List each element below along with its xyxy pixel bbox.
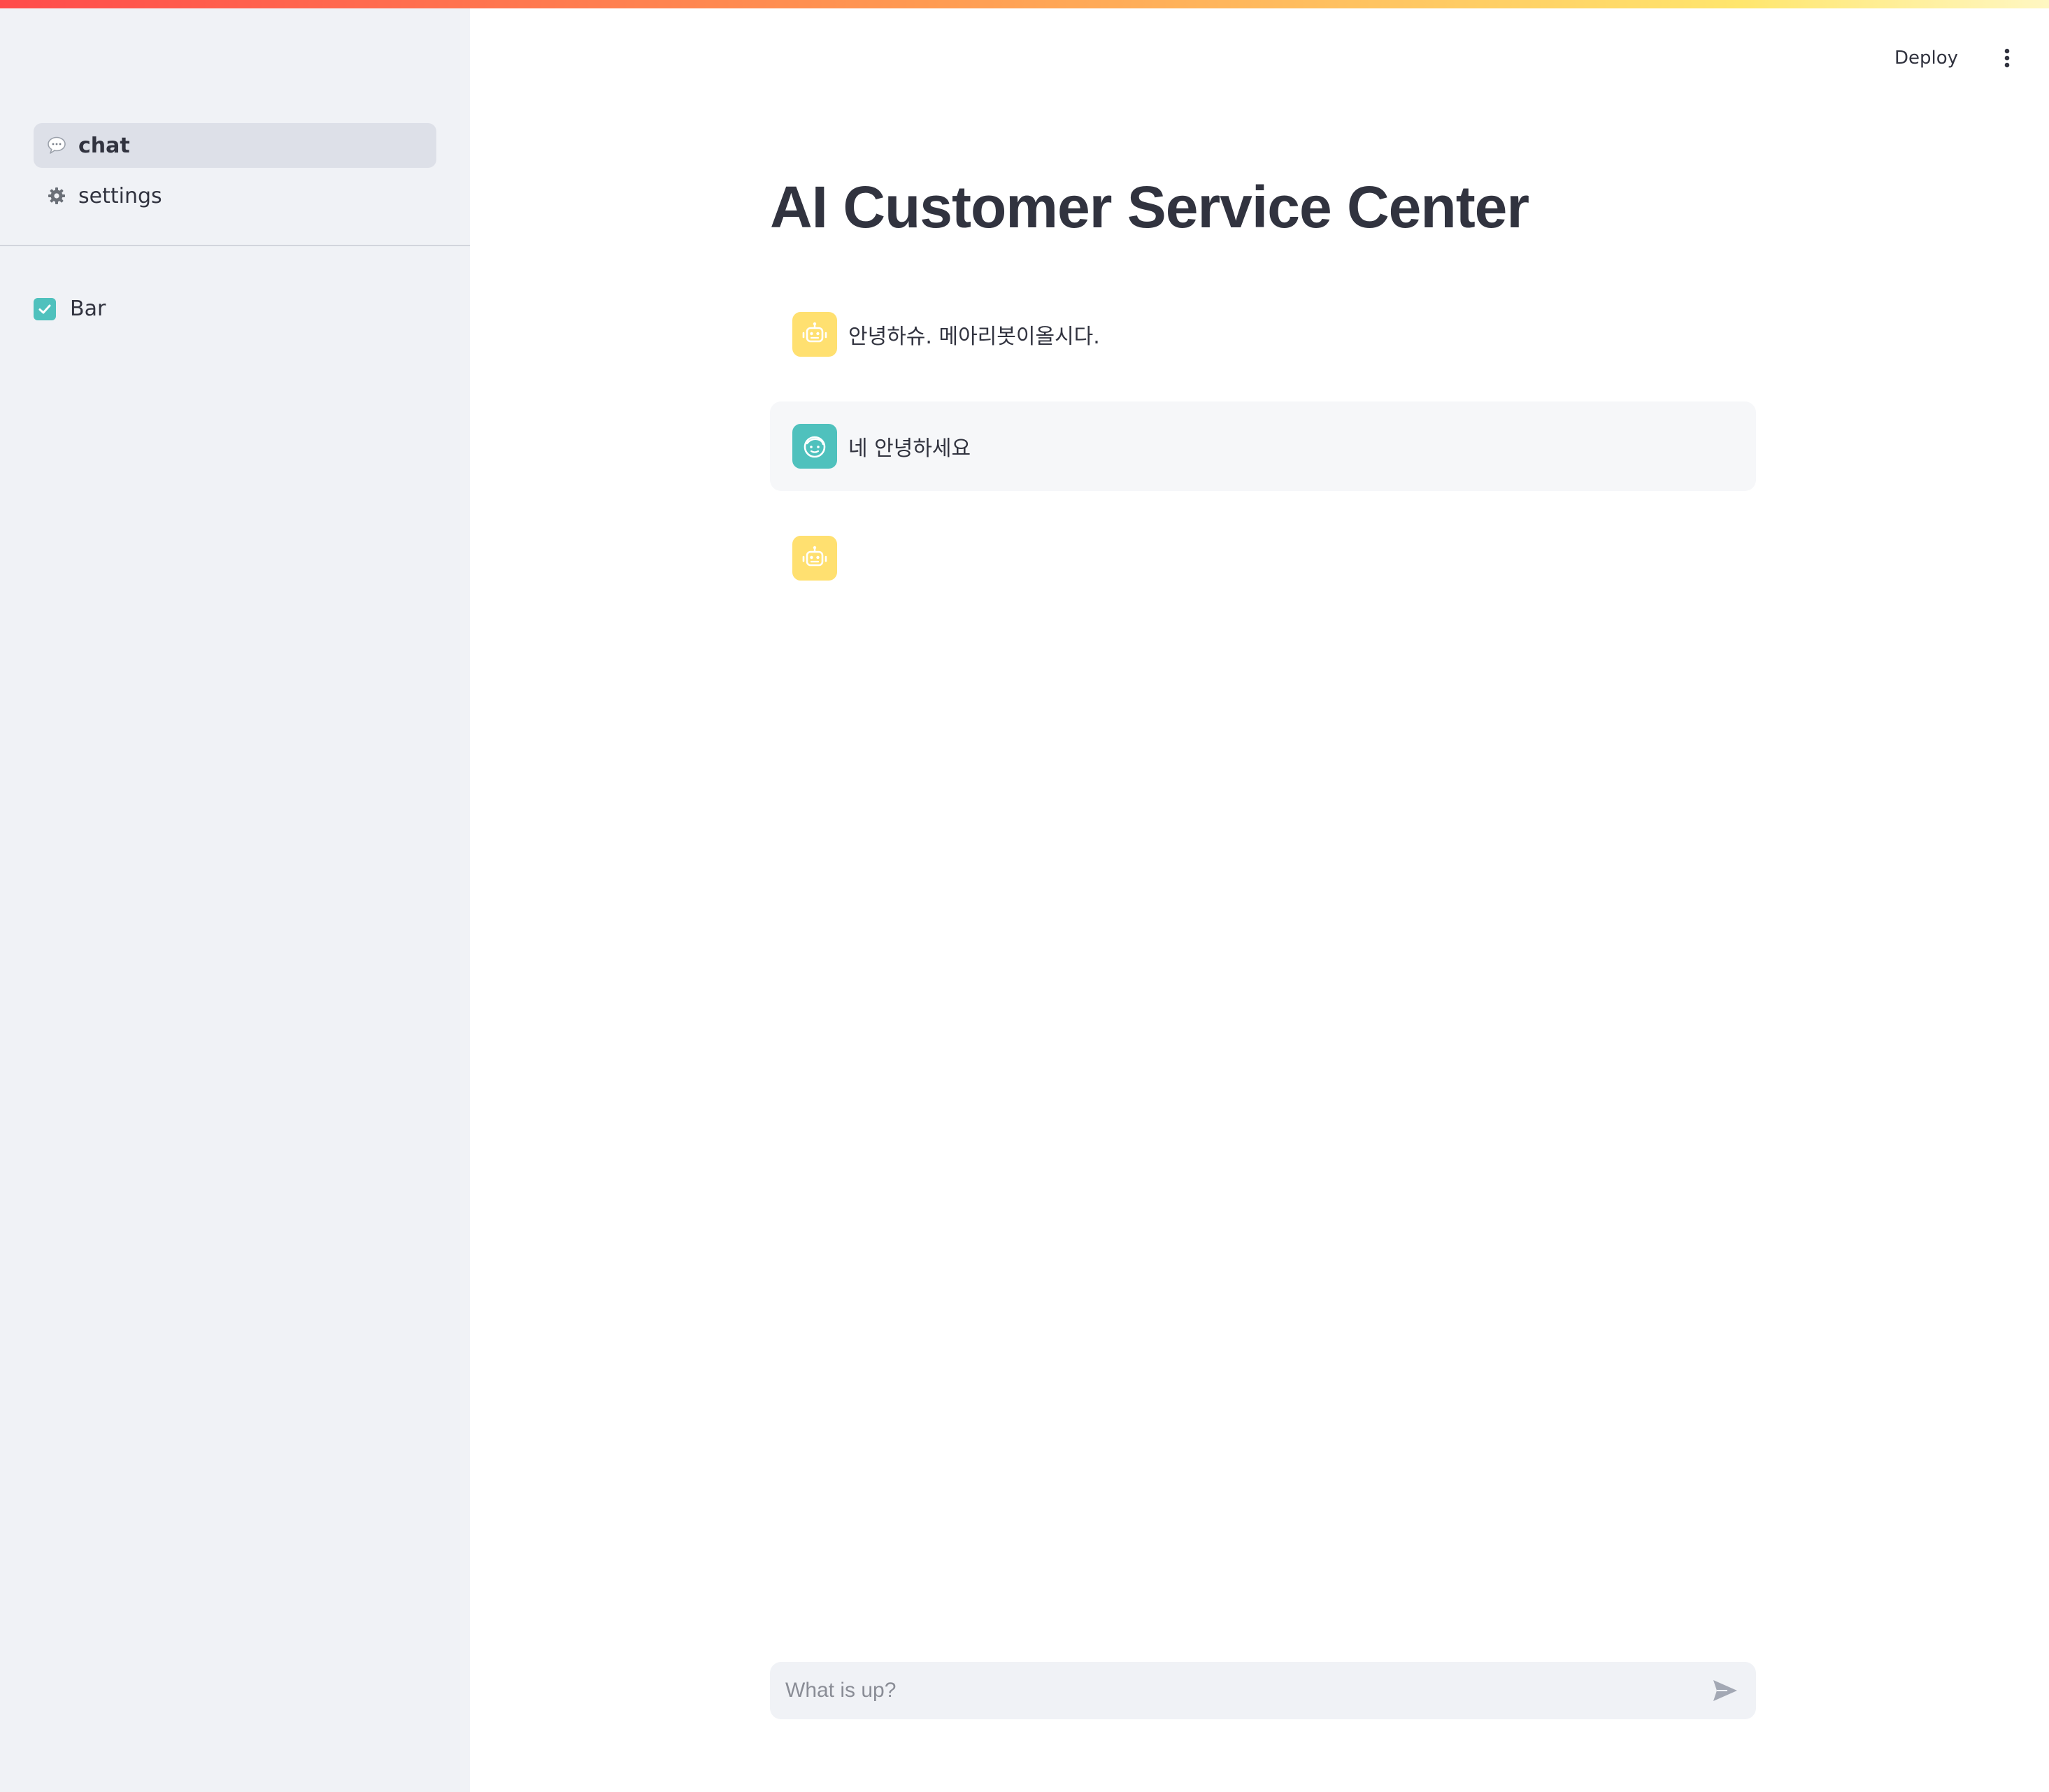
- user-face-icon: [792, 424, 837, 469]
- header-actions: Deploy: [1885, 41, 2021, 76]
- sidebar-item-label: settings: [78, 183, 162, 208]
- send-arrow-icon[interactable]: [1708, 1674, 1742, 1707]
- top-decoration-bar: [0, 0, 2049, 8]
- sidebar-item-settings[interactable]: settings: [34, 173, 436, 218]
- robot-face-icon: [792, 312, 837, 357]
- bar-checkbox[interactable]: Bar: [34, 297, 106, 321]
- chat-input[interactable]: [784, 1678, 1708, 1703]
- checkbox-label: Bar: [70, 297, 106, 321]
- message-text: 안녕하슈. 메아리봇이올시다.: [848, 325, 1100, 349]
- vertical-dots-icon[interactable]: [1993, 44, 2021, 72]
- gear-icon: [46, 185, 67, 206]
- deploy-button[interactable]: Deploy: [1885, 41, 1968, 76]
- page-title: AI Customer Service Center: [770, 174, 1529, 240]
- speech-bubble-icon: [46, 135, 67, 156]
- chat-message-assistant: 안녕하슈. 메아리봇이올시다.: [770, 306, 1756, 362]
- sidebar: chat settings Bar: [0, 0, 470, 1792]
- chat-message-assistant: [770, 530, 1756, 586]
- robot-face-icon: [792, 536, 837, 581]
- message-text: 네 안녕하세요: [848, 436, 971, 461]
- checkbox-checked-icon[interactable]: [34, 297, 56, 320]
- sidebar-item-label: chat: [78, 133, 130, 158]
- sidebar-nav: chat settings: [34, 123, 436, 224]
- sidebar-divider: [0, 245, 470, 246]
- chat-message-user: 네 안녕하세요: [770, 401, 1756, 491]
- chat-input-container: [770, 1662, 1756, 1719]
- sidebar-item-chat[interactable]: chat: [34, 123, 436, 168]
